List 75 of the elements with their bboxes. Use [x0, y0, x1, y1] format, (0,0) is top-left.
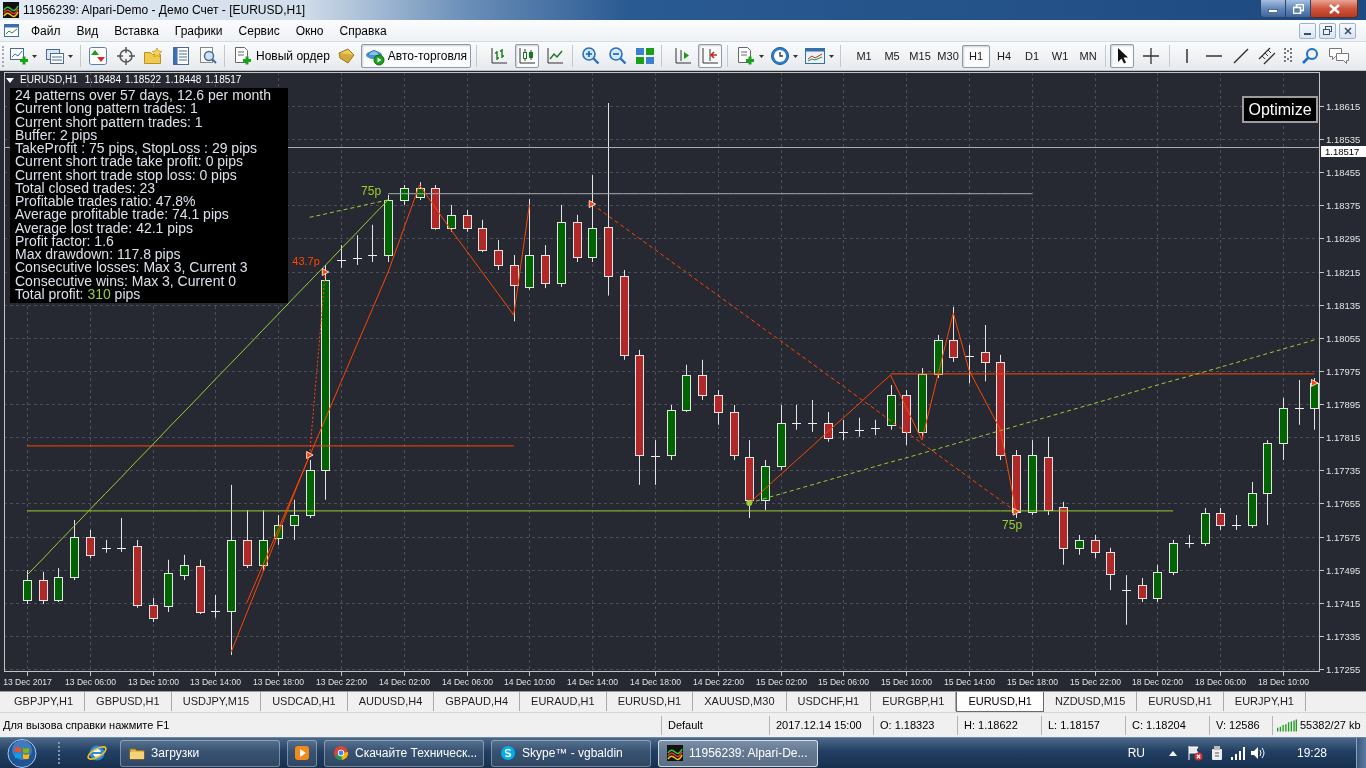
statistics-line: Total closed trades: 23: [15, 181, 156, 195]
ref-line-label: 1.18517: [1325, 146, 1360, 157]
time-axis-label: 13 Dec 2017: [3, 677, 52, 687]
price-axis-label: 1.18615: [1326, 101, 1361, 112]
statistics-line: Average lost trade: 42.1 pips: [15, 221, 194, 235]
price-axis-label: 1.17895: [1326, 399, 1361, 410]
time-axis-label: 18 Dec 02:00: [1131, 677, 1184, 687]
low-price: L: 1.18157: [1041, 715, 1125, 735]
time-axis-label: 14 Dec 06:00: [441, 677, 494, 687]
price-value: 1.18522: [124, 74, 162, 86]
statistics-line: Profit factor: 1.6: [15, 234, 114, 248]
statistics-line: Profitable trades ratio: 47.8%: [15, 195, 197, 209]
price-axis-label: 1.17335: [1326, 631, 1361, 642]
statistics-line: Buffer: 2 pips: [15, 128, 99, 142]
pip-label: 75p: [361, 184, 382, 198]
pip-label: 43.7p: [292, 255, 320, 267]
open-price: O: 1.18323: [873, 715, 957, 735]
time-axis-label: 13 Dec 10:00: [127, 677, 180, 687]
price-axis-label: 1.17255: [1326, 664, 1361, 675]
high-price: H: 1.18622: [957, 715, 1041, 735]
statistics-line: Max drawdown: 117.8 pips: [15, 248, 181, 262]
price-axis-label: 1.18055: [1326, 333, 1361, 344]
price-axis-label: 1.18295: [1326, 233, 1361, 244]
price-axis-label: 1.17815: [1326, 432, 1361, 443]
time-axis-label: 13 Dec 14:00: [189, 677, 242, 687]
statistics-line: Total profit: 310 pips: [15, 287, 141, 301]
price-axis-label: 1.17495: [1326, 565, 1361, 576]
profile-name: Default: [661, 715, 769, 735]
close-price: C: 1.18204: [1125, 715, 1209, 735]
current-price-label: 1.18517: [1321, 146, 1366, 157]
price-axis-label: 1.18375: [1326, 200, 1361, 211]
time-axis-label: 18 Dec 06:00: [1194, 677, 1247, 687]
traffic-value: 55382/27 kb: [1300, 717, 1361, 733]
price-value: 1.18517: [205, 74, 242, 86]
time-axis-label: 15 Dec 10:00: [880, 677, 933, 687]
time-axis-label: 15 Dec 02:00: [755, 677, 808, 687]
price-axis-label: 1.17655: [1326, 498, 1361, 509]
statistics-line: Current short trade take profit: 0 pips: [15, 155, 243, 169]
statistics-line: Current short pattern trades: 1: [15, 115, 204, 129]
symbol-label: EURUSD,H1: [20, 74, 78, 86]
window-title: 11956239: Alpari-Demo - Демо Счет - [EURUSD,H1]: [23, 3, 306, 17]
time-axis-label: 15 Dec 22:00: [1069, 677, 1122, 687]
time-axis-label: 14 Dec 22:00: [692, 677, 745, 687]
price-axis-label: 1.17735: [1326, 465, 1361, 476]
price-axis-label: 1.17575: [1326, 532, 1361, 543]
statistics-line: Current long pattern trades: 1: [15, 102, 199, 116]
statistics-line: Consecutive wins: Max 3, Current 0: [15, 274, 237, 288]
time-axis-label: 15 Dec 14:00: [943, 677, 996, 687]
pip-label: 75p: [1002, 518, 1023, 532]
help-text: Для вызова справки нажмите F1: [2, 717, 171, 733]
time-axis-label: 15 Dec 18:00: [1006, 677, 1059, 687]
price-axis-label: 1.18455: [1326, 167, 1361, 178]
statistics-line: Average profitable trade: 74.1 pips: [15, 208, 230, 222]
price-axis-label: 1.18135: [1326, 300, 1361, 311]
statistics-line: Consecutive losses: Max 3, Current 3: [15, 261, 249, 275]
time-axis-label: 13 Dec 06:00: [64, 677, 117, 687]
price-axis-label: 1.18535: [1326, 134, 1361, 145]
time-axis-label: 13 Dec 22:00: [315, 677, 368, 687]
time-axis-label: 14 Dec 14:00: [566, 677, 619, 687]
statistics-line: 24 patterns over 57 days, 12.6 per month: [15, 89, 273, 103]
price-axis-label: 1.18215: [1326, 267, 1361, 278]
time-axis-label: 14 Dec 18:00: [629, 677, 682, 687]
volume-value: V: 12586: [1209, 715, 1272, 735]
price-value: 1.18448: [165, 74, 202, 86]
time-axis-label: 18 Dec 10:00: [1257, 677, 1310, 687]
time-axis-label: 15 Dec 06:00: [817, 677, 870, 687]
price-axis-label: 1.17415: [1326, 598, 1361, 609]
statistics-line: Current short trade stop loss: 0 pips: [15, 168, 237, 182]
price-axis-label: 1.17975: [1326, 366, 1361, 377]
statistics-line: TakeProfit : 75 pips, StopLoss : 29 pips: [15, 142, 259, 156]
time-axis-label: 14 Dec 10:00: [503, 677, 556, 687]
bar-time: 2017.12.14 15:00: [769, 715, 873, 735]
time-axis-label: 14 Dec 02:00: [378, 677, 431, 687]
price-value: 1.18484: [84, 74, 121, 86]
time-axis-label: 13 Dec 18:00: [252, 677, 305, 687]
